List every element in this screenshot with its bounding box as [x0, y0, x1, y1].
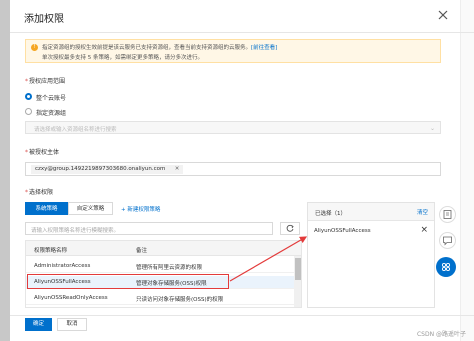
chat-icon — [443, 236, 452, 246]
confirm-button[interactable]: 确定 — [25, 318, 52, 331]
radio-whole-account-label[interactable]: 整个云账号 — [36, 93, 66, 102]
right-edge-strip — [460, 0, 474, 341]
clear-link[interactable]: 清空 — [417, 208, 428, 216]
notice-line-2: 单次授权最多支持 5 条策略，如需绑定更多策略，请分多次进行。 — [42, 55, 203, 61]
principal-tag: czxy@group.1492219897303680.onaliyun.com… — [31, 165, 184, 174]
table-scrollbar[interactable] — [294, 256, 301, 307]
selected-item-label: AliyunOSSFullAccess — [314, 228, 371, 234]
selected-item: AliyunOSSFullAccess × — [308, 225, 434, 238]
dialog-title: 添加权限 — [24, 14, 64, 25]
watermark: CSDN @路遥叶子 — [416, 331, 466, 338]
edit-float-button[interactable] — [439, 206, 456, 223]
remove-selected-icon[interactable]: × — [420, 225, 428, 235]
new-policy-link[interactable]: + 新建权限策略 — [121, 205, 160, 213]
view-link[interactable]: [前往查看] — [251, 45, 277, 51]
notice-line-1-text: 指定资源组的授权生效前提是该云服务已支持资源组，查看当前支持资源组的云服务。 — [42, 45, 252, 51]
scrollbar-thumb[interactable] — [295, 258, 301, 280]
scope-label-text: 授权应用范围 — [29, 78, 66, 85]
column-header-name: 权限策略名称 — [34, 248, 68, 254]
policy-label-text: 选择权限 — [29, 189, 54, 196]
table-row[interactable]: AdministratorAccess 管理所有阿里云资源的权限 — [26, 260, 294, 273]
page: 添加权限 ! 指定资源组的授权生效前提是该云服务已支持资源组，查看当前支持资源组… — [0, 0, 474, 341]
principal-label: *被授权主体 — [25, 149, 60, 156]
principal-tag-text: czxy@group.1492219897303680.onaliyun.com — [35, 166, 166, 172]
selected-panel: 已选择（1） 清空 AliyunOSSFullAccess × — [307, 202, 435, 308]
policy-note: 只读访问对象存储服务(OSS)的权限 — [136, 297, 224, 303]
policy-note: 管理所有阿里云资源的权限 — [136, 265, 203, 271]
chat-float-button[interactable] — [439, 232, 456, 249]
refresh-button[interactable] — [280, 222, 300, 235]
selected-count: 已选择（1） — [315, 211, 346, 217]
apps-grid-icon — [441, 262, 451, 272]
info-icon: ! — [31, 44, 38, 51]
policy-name: AliyunOSSReadOnlyAccess — [34, 295, 108, 301]
footer-divider — [10, 315, 474, 316]
dialog-header: 添加权限 — [10, 0, 474, 33]
table-header: 权限策略名称 备注 — [26, 241, 301, 256]
radio-resource-group-label[interactable]: 指定资源组 — [36, 108, 66, 117]
column-header-note: 备注 — [136, 248, 148, 254]
radio-whole-account[interactable] — [25, 93, 32, 100]
principal-input[interactable]: czxy@group.1492219897303680.onaliyun.com… — [25, 162, 441, 176]
notice-banner: ! 指定资源组的授权生效前提是该云服务已支持资源组，查看当前支持资源组的云服务。… — [25, 39, 441, 63]
tab-custom-policy[interactable]: 自定义策略 — [68, 202, 113, 215]
apps-float-button[interactable] — [436, 257, 456, 277]
edit-icon — [443, 210, 452, 219]
scope-label: *授权应用范围 — [25, 78, 66, 85]
policy-search-input[interactable]: 请输入权限策略名称进行模糊搜索。 — [25, 222, 273, 235]
radio-resource-group[interactable] — [25, 108, 32, 115]
resource-group-placeholder: 请选择或输入资源组名称进行搜索 — [34, 127, 117, 133]
selected-header: 已选择（1） 清空 — [308, 203, 434, 221]
remove-tag-icon[interactable]: ✕ — [175, 165, 180, 174]
refresh-icon — [286, 224, 294, 232]
notice-line-1: 指定资源组的授权生效前提是该云服务已支持资源组，查看当前支持资源组的云服务。[前… — [42, 43, 277, 51]
backdrop-strip — [0, 0, 10, 341]
table-row[interactable]: AliyunOSSReadOnlyAccess 只读访问对象存储服务(OSS)的… — [26, 292, 294, 305]
policy-search-placeholder: 请输入权限策略名称进行模糊搜索。 — [31, 228, 120, 234]
close-icon[interactable] — [436, 8, 450, 22]
tab-system-policy[interactable]: 系统策略 — [25, 202, 68, 215]
policy-name: AdministratorAccess — [34, 263, 91, 269]
resource-group-select: 请选择或输入资源组名称进行搜索 ⌄ — [25, 121, 441, 134]
principal-label-text: 被授权主体 — [29, 149, 60, 156]
policy-label: *选择权限 — [25, 189, 54, 196]
highlight-box — [27, 274, 229, 289]
chevron-down-icon: ⌄ — [429, 125, 435, 132]
cancel-button[interactable]: 取消 — [57, 318, 87, 331]
